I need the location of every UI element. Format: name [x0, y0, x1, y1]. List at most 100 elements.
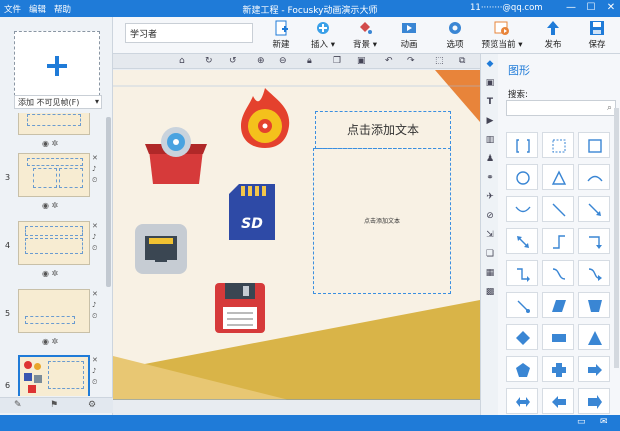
insert-button[interactable]: 插入 ▾ [303, 18, 343, 52]
photo-tab-icon[interactable]: ▩ [484, 286, 496, 298]
sd-card-icon[interactable]: SD [229, 184, 275, 240]
shape-step-line[interactable] [542, 228, 574, 254]
shapes-scrollbar[interactable] [614, 108, 619, 368]
feedback-icon[interactable]: ✉ [600, 417, 608, 427]
shapes-tab-icon[interactable]: ◆ [484, 58, 496, 70]
shape-double-arrow-fill[interactable] [506, 388, 538, 414]
shape-s-curve[interactable] [542, 260, 574, 286]
slide-side-controls[interactable]: ✕ ♪ ⏲ [92, 355, 100, 388]
lock-icon[interactable]: 🔒︎ [307, 56, 312, 66]
publish-button[interactable]: 发布 [533, 18, 573, 52]
zoom-out-icon[interactable]: ⊖ [279, 56, 287, 66]
redo-icon[interactable]: ↷ [407, 56, 415, 66]
slide-side-controls[interactable]: ✕ ♪ ⏲ [92, 153, 100, 186]
shape-bracket[interactable] [506, 132, 538, 158]
background-button[interactable]: 背景 ▾ [345, 18, 385, 52]
disc-box-icon[interactable] [145, 126, 207, 186]
fire-disc-icon[interactable] [237, 86, 293, 150]
slide-thumb[interactable] [18, 221, 90, 265]
video-tab-icon[interactable]: ▶ [484, 115, 496, 127]
shape-dotted-rect[interactable] [542, 132, 574, 158]
shape-double-arrow[interactable] [506, 228, 538, 254]
screen-icon[interactable]: ▭ [577, 417, 586, 427]
table-tab-icon[interactable]: ▦ [484, 267, 496, 279]
export-tab-icon[interactable]: ⇲ [484, 229, 496, 241]
shape-cross[interactable] [542, 356, 574, 382]
account-email[interactable]: 11········@qq.com [470, 3, 543, 13]
shape-rect-fill[interactable] [542, 324, 574, 350]
insert-icon [317, 22, 329, 34]
slide-controls[interactable]: ◉ ✲ [42, 201, 58, 210]
floppy-disk-icon[interactable] [215, 283, 265, 333]
layers-tab-icon[interactable]: ❏ [484, 248, 496, 260]
shape-search-input[interactable]: ⌕ [506, 100, 616, 116]
thumbnail-scrollbar[interactable] [106, 117, 111, 287]
project-title-input[interactable] [125, 23, 253, 43]
shape-elbow-arrow[interactable] [578, 228, 610, 254]
rotate-ccw-icon[interactable]: ↺ [229, 56, 237, 66]
shape-curve[interactable] [506, 196, 538, 222]
shape-arrow-line[interactable] [578, 196, 610, 222]
shape-curve-arrow[interactable] [578, 260, 610, 286]
settings-icon[interactable]: ⚙ [88, 400, 96, 410]
shape-arrow-right[interactable] [578, 356, 610, 382]
edit-path-icon[interactable]: ✎ [14, 400, 22, 410]
options-button[interactable]: 选项 [435, 18, 475, 52]
save-button[interactable]: 保存 [577, 18, 617, 52]
network-port-icon[interactable] [135, 224, 187, 274]
slide-thumb[interactable] [18, 113, 90, 135]
add-slide-button[interactable] [14, 31, 100, 101]
shape-parallelogram[interactable] [542, 292, 574, 318]
compass-tab-icon[interactable]: ⊘ [484, 210, 496, 222]
slide-controls[interactable]: ◉ ✲ [42, 337, 58, 346]
title-textbox[interactable]: 点击添加文本 [315, 111, 451, 149]
people-tab-icon[interactable]: ♟ [484, 153, 496, 165]
slide-thumb-selected[interactable] [18, 355, 90, 396]
slide-side-controls[interactable]: ✕ ♪ ⏲ [92, 289, 100, 322]
image-tab-icon[interactable]: ▣ [484, 77, 496, 89]
slide-controls[interactable]: ◉ ✲ [42, 139, 58, 148]
text-tab-icon[interactable]: T [484, 96, 496, 108]
paste-icon[interactable]: ▣ [357, 56, 366, 66]
chart-tab-icon[interactable]: ▥ [484, 134, 496, 146]
undo-icon[interactable]: ↶ [385, 56, 393, 66]
shape-circle[interactable] [506, 164, 538, 190]
shape-triangle[interactable] [542, 164, 574, 190]
copy-icon[interactable]: ❐ [333, 56, 341, 66]
zoom-in-icon[interactable]: ⊕ [257, 56, 265, 66]
shape-rect[interactable] [578, 132, 610, 158]
shape-arrow-right-fill[interactable] [578, 388, 610, 414]
shape-step-arrow[interactable] [506, 260, 538, 286]
shape-triangle-fill[interactable] [578, 324, 610, 350]
title-bar: 文件 编辑 帮助 新建工程 - Focusky动画演示大师 11········… [0, 0, 620, 17]
body-textbox[interactable]: 点击添加文本 [313, 148, 451, 294]
slide-controls[interactable]: ◉ ✲ [42, 269, 58, 278]
editor-canvas[interactable]: SD 点击添加文本 点击添加文本 [113, 70, 480, 401]
plane-tab-icon[interactable]: ✈ [484, 191, 496, 203]
title-placeholder: 点击添加文本 [346, 123, 419, 137]
slide-thumb[interactable] [18, 153, 90, 197]
maximize-button[interactable]: ☐ [584, 1, 598, 15]
home-icon[interactable]: ⌂ [179, 56, 185, 66]
arrow-line-icon [588, 203, 601, 216]
new-button[interactable]: 新建 [261, 18, 301, 52]
fit-icon[interactable]: ⧉ [459, 56, 465, 66]
select-frame-icon[interactable]: ⬚ [435, 56, 444, 66]
slide-thumb[interactable] [18, 289, 90, 333]
minimize-button[interactable]: — [564, 1, 578, 15]
flag-icon[interactable]: ⚑ [50, 400, 58, 410]
add-frame-select[interactable]: 添加 不可见帧(F) ▾ [14, 95, 102, 109]
close-button[interactable]: ✕ [604, 1, 618, 15]
preview-button[interactable]: 预览当前 ▾ [479, 18, 525, 52]
link-tab-icon[interactable]: ⚭ [484, 172, 496, 184]
shape-arrow-left[interactable] [542, 388, 574, 414]
shape-pentagon[interactable] [506, 356, 538, 382]
shape-diamond[interactable] [506, 324, 538, 350]
slide-side-controls[interactable]: ✕ ♪ ⏲ [92, 221, 100, 254]
rotate-cw-icon[interactable]: ↻ [205, 56, 213, 66]
shape-arc[interactable] [578, 164, 610, 190]
shape-line[interactable] [542, 196, 574, 222]
shape-line-dot[interactable] [506, 292, 538, 318]
animation-button[interactable]: 动画 [389, 18, 429, 52]
shape-trapezoid[interactable] [578, 292, 610, 318]
